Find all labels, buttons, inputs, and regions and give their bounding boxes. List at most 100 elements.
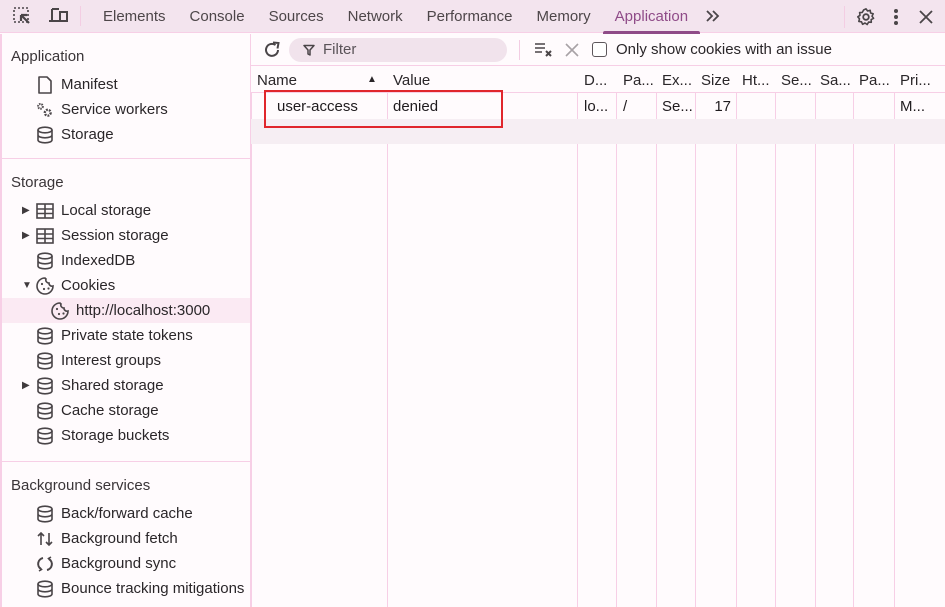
database-icon	[35, 351, 55, 371]
sidebar-item-label: Private state tokens	[61, 327, 193, 344]
column-divider[interactable]	[775, 67, 776, 607]
filter-funnel-icon	[303, 44, 315, 56]
sidebar-item-label: Session storage	[61, 227, 169, 244]
delete-selected-button[interactable]	[558, 34, 586, 66]
column-divider[interactable]	[251, 67, 252, 607]
sidebar-item-storage[interactable]: Storage	[2, 122, 250, 147]
expand-arrow-icon[interactable]: ▶	[22, 230, 32, 241]
only-issues-toggle[interactable]: Only show cookies with an issue	[592, 41, 832, 58]
device-toolbar-icon[interactable]	[40, 0, 76, 33]
column-header-priority[interactable]: Pri...	[900, 67, 945, 93]
tab-elements[interactable]: Elements	[91, 0, 178, 33]
close-devtools-button[interactable]	[911, 0, 941, 33]
sidebar-section-application: Application Manifest Service workers Sto…	[2, 34, 250, 159]
chevron-double-right-icon	[706, 10, 720, 22]
tab-memory[interactable]: Memory	[525, 0, 603, 33]
sidebar-item-label: Storage	[61, 126, 114, 143]
database-icon	[35, 376, 55, 396]
clear-all-cookies-button[interactable]	[530, 34, 558, 66]
settings-button[interactable]	[851, 0, 881, 33]
cookie-partition-key[interactable]	[859, 94, 894, 119]
tab-console[interactable]: Console	[178, 0, 257, 33]
gears-icon	[35, 100, 55, 120]
cookie-priority[interactable]: M...	[900, 94, 945, 119]
cookie-name[interactable]: user-access	[277, 94, 385, 119]
sidebar-item-label: Background fetch	[61, 530, 178, 547]
database-icon	[35, 125, 55, 145]
column-divider[interactable]	[616, 67, 617, 607]
sidebar-item-label: Background sync	[61, 555, 177, 572]
cookie-samesite[interactable]	[820, 94, 853, 119]
sidebar-item-label: Local storage	[61, 202, 152, 219]
kebab-menu-icon	[894, 8, 898, 25]
sidebar-item-indexeddb[interactable]: IndexedDB	[2, 248, 250, 273]
sidebar-item-cookies[interactable]: ▼ Cookies	[2, 273, 250, 298]
column-header-value[interactable]: Value	[393, 67, 575, 93]
tab-network[interactable]: Network	[336, 0, 415, 33]
table-row[interactable]: user-access denied lo... / Se... 17 M...	[251, 94, 945, 119]
tab-application[interactable]: Application	[602, 0, 701, 34]
toolbar-divider	[519, 39, 520, 60]
collapse-arrow-icon[interactable]: ▼	[22, 280, 32, 291]
database-icon	[35, 426, 55, 446]
more-options-button[interactable]	[881, 0, 911, 33]
column-divider[interactable]	[853, 67, 854, 607]
column-divider[interactable]	[656, 67, 657, 607]
inspect-element-icon[interactable]	[4, 0, 40, 33]
cookies-table: Name ▲ Value D... Pa... Ex... Size Ht...…	[251, 67, 945, 607]
only-issues-checkbox[interactable]	[592, 42, 607, 57]
sidebar-item-bounce-tracking[interactable]: Bounce tracking mitigations	[2, 576, 250, 601]
database-icon	[35, 326, 55, 346]
cookie-secure[interactable]	[781, 94, 815, 119]
filter-input[interactable]: Filter	[289, 37, 507, 62]
database-icon	[35, 401, 55, 421]
expand-arrow-icon[interactable]: ▶	[22, 380, 32, 391]
sidebar-item-back-forward-cache[interactable]: Back/forward cache	[2, 501, 250, 526]
cookie-path[interactable]: /	[623, 94, 656, 119]
application-sidebar: Application Manifest Service workers Sto…	[0, 34, 251, 607]
column-header-expires[interactable]: Ex...	[662, 67, 695, 93]
expand-arrow-icon[interactable]: ▶	[22, 205, 32, 216]
column-divider[interactable]	[577, 67, 578, 607]
sidebar-item-private-state-tokens[interactable]: Private state tokens	[2, 323, 250, 348]
tab-performance[interactable]: Performance	[415, 0, 525, 33]
column-header-partition-key[interactable]: Pa...	[859, 67, 894, 93]
sidebar-item-session-storage[interactable]: ▶ Session storage	[2, 223, 250, 248]
sidebar-item-background-sync[interactable]: Background sync	[2, 551, 250, 576]
sidebar-item-cookies-localhost[interactable]: http://localhost:3000	[2, 298, 250, 323]
sidebar-item-manifest[interactable]: Manifest	[2, 72, 250, 97]
sidebar-item-interest-groups[interactable]: Interest groups	[2, 348, 250, 373]
column-header-samesite[interactable]: Sa...	[820, 67, 853, 93]
cookie-icon	[35, 276, 55, 296]
column-header-name[interactable]: Name	[257, 67, 385, 93]
cookie-domain[interactable]: lo...	[584, 94, 616, 119]
refresh-button[interactable]	[255, 34, 289, 66]
filter-placeholder: Filter	[323, 41, 357, 58]
column-header-size[interactable]: Size	[701, 67, 736, 93]
sidebar-item-storage-buckets[interactable]: Storage buckets	[2, 423, 250, 448]
cookie-value[interactable]: denied	[393, 94, 575, 119]
column-divider[interactable]	[695, 67, 696, 607]
column-header-domain[interactable]: D...	[584, 67, 616, 93]
cookie-size[interactable]: 17	[701, 94, 731, 119]
column-divider[interactable]	[736, 67, 737, 607]
sidebar-item-service-workers[interactable]: Service workers	[2, 97, 250, 122]
column-header-httponly[interactable]: Ht...	[742, 67, 775, 93]
sidebar-item-cache-storage[interactable]: Cache storage	[2, 398, 250, 423]
sidebar-item-local-storage[interactable]: ▶ Local storage	[2, 198, 250, 223]
column-divider[interactable]	[894, 67, 895, 607]
sidebar-section-background-services: Background services Back/forward cache B…	[2, 462, 250, 607]
cookie-httponly[interactable]	[742, 94, 775, 119]
sidebar-item-background-fetch[interactable]: Background fetch	[2, 526, 250, 551]
sidebar-item-shared-storage[interactable]: ▶ Shared storage	[2, 373, 250, 398]
only-issues-label: Only show cookies with an issue	[616, 41, 832, 58]
column-header-path[interactable]: Pa...	[623, 67, 656, 93]
cookie-expires[interactable]: Se...	[662, 94, 695, 119]
table-icon	[35, 226, 55, 246]
column-header-secure[interactable]: Se...	[781, 67, 815, 93]
more-tabs-button[interactable]	[700, 0, 726, 33]
column-divider[interactable]	[387, 67, 388, 607]
column-divider[interactable]	[815, 67, 816, 607]
toolbar-right-tools	[844, 0, 945, 33]
tab-sources[interactable]: Sources	[257, 0, 336, 33]
